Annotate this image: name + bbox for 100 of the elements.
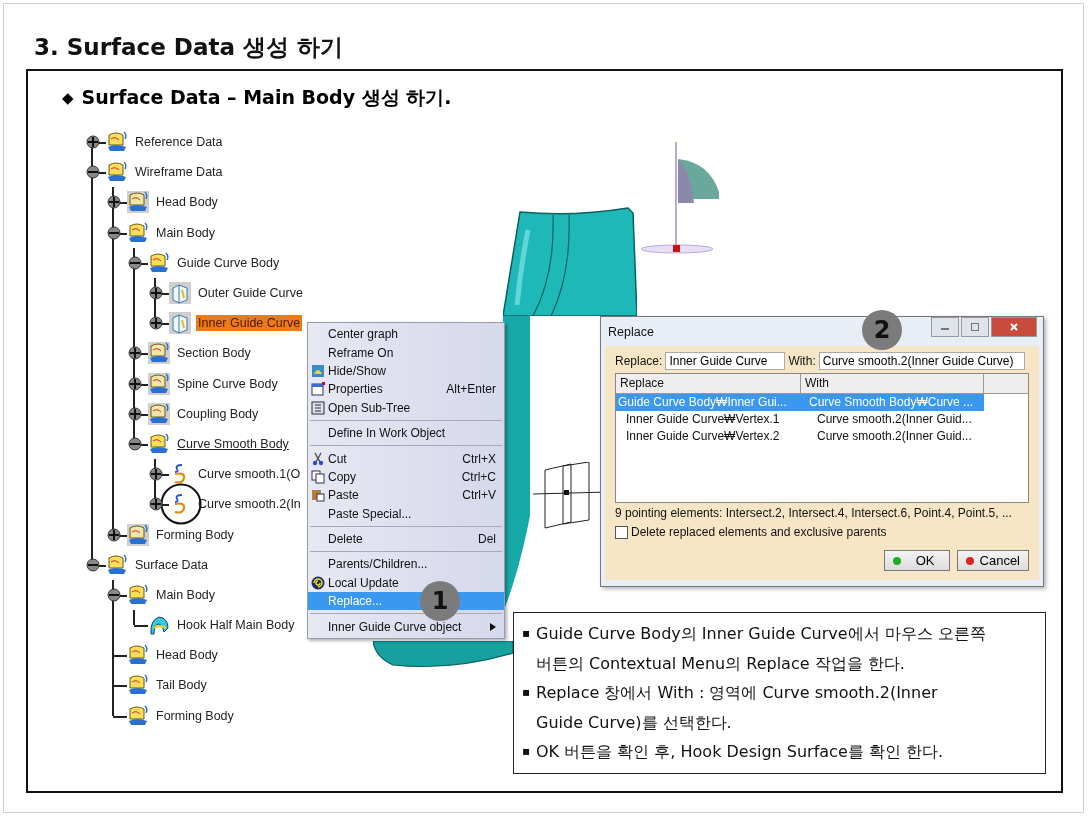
tree-item[interactable]: Main Body <box>154 224 218 241</box>
with-field[interactable]: Curve smooth.2(Inner Guide Curve) <box>818 352 1025 370</box>
tree-item[interactable]: Inner Guide Curve <box>196 315 303 332</box>
tree-item[interactable]: Section Body <box>175 345 253 362</box>
menu-item[interactable]: Define In Work Object <box>308 423 504 443</box>
body-icon <box>127 704 149 727</box>
dialog-button[interactable]: Cancel <box>956 550 1029 571</box>
expand-toggle[interactable] <box>106 527 121 542</box>
dialog-title: Replace <box>608 324 654 339</box>
checkbox-label: Delete replaced elements and exclusive parents <box>631 525 887 539</box>
menu-item[interactable]: Properties Alt+Enter <box>308 380 504 399</box>
body-icon <box>106 553 128 576</box>
tree-item[interactable]: Tail Body <box>154 677 209 694</box>
tree-item[interactable]: Curve smooth.1(O <box>196 466 303 483</box>
body-icon <box>127 191 149 214</box>
tree-item[interactable]: Hook Half Main Body <box>175 617 297 634</box>
expand-toggle[interactable] <box>127 406 142 421</box>
tree-item[interactable]: Reference Data <box>133 134 225 151</box>
dialog-button[interactable]: OK <box>883 550 950 571</box>
body-icon <box>148 402 170 425</box>
note-text: OK 버튼을 확인 후, Hook Design Surface를 확인 한다. <box>536 741 943 763</box>
properties-icon <box>311 382 325 397</box>
field-label: With: <box>788 354 816 368</box>
table-row[interactable]: Inner Guide Curve₩Vertex.1 Curve smooth.2(Inner Guid... <box>616 411 984 428</box>
wireframe-icon <box>169 312 191 335</box>
bullet: ▪ <box>522 684 532 701</box>
collapse-toggle[interactable] <box>106 587 121 602</box>
paste-icon <box>311 488 325 503</box>
menu-item[interactable]: Cut Ctrl+X <box>308 449 504 468</box>
body-icon <box>127 674 149 697</box>
note-text: Guide Curve Body의 Inner Guide Curve에서 마우스 오른쪽 버튼의 Contextual Menu의 Replace 작업을 한다. <box>536 623 987 675</box>
tree-item[interactable]: Main Body <box>154 586 218 603</box>
collapse-toggle[interactable] <box>106 225 121 240</box>
expand-toggle[interactable] <box>127 376 142 391</box>
bullet: ▪ <box>522 743 532 760</box>
body-icon <box>127 523 149 546</box>
collapse-toggle[interactable] <box>85 165 100 180</box>
menu-item[interactable]: Hide/Show <box>308 361 504 381</box>
body-icon <box>127 583 149 606</box>
body-icon <box>127 221 149 244</box>
copy-icon <box>311 469 325 484</box>
collapse-toggle[interactable] <box>127 436 142 451</box>
column-header[interactable]: With <box>801 374 984 393</box>
slide-title: 3. Surface Data 생성 하기 <box>34 33 343 62</box>
expand-toggle[interactable] <box>148 286 163 301</box>
replace-field[interactable]: Inner Guide Curve <box>665 352 786 370</box>
step-number-tooltip: 2 <box>862 310 902 350</box>
tree-item[interactable]: Wireframe Data <box>133 164 225 181</box>
body-icon <box>148 251 170 274</box>
menu-item[interactable]: Delete Del <box>308 529 504 549</box>
body-icon <box>148 342 170 365</box>
tree-item[interactable]: Forming Body <box>154 707 236 724</box>
body-icon <box>148 432 170 455</box>
scissors-icon <box>311 451 325 466</box>
menu-item[interactable]: Paste Ctrl+V <box>308 486 504 505</box>
body-icon <box>106 161 128 184</box>
expand-toggle[interactable] <box>148 316 163 331</box>
minimize-button[interactable] <box>931 317 959 337</box>
hide-show-icon <box>311 363 325 378</box>
tree-item[interactable]: Head Body <box>154 647 220 664</box>
tree-item[interactable]: Guide Curve Body <box>175 254 282 271</box>
body-icon <box>148 372 170 395</box>
checkbox[interactable] <box>615 525 628 539</box>
close-button[interactable] <box>991 317 1037 337</box>
tree-item[interactable]: Surface Data <box>133 556 210 573</box>
tree-item[interactable]: Coupling Body <box>175 405 261 422</box>
collapse-toggle[interactable] <box>85 557 100 572</box>
diamond-bullet: ◆ <box>62 89 74 107</box>
tree-item[interactable]: Spine Curve Body <box>175 375 280 392</box>
table-row[interactable]: Inner Guide Curve₩Vertex.2 Curve smooth.2(Inner Guid... <box>616 428 984 445</box>
subtitle: Surface Data – Main Body 생성 하기. <box>81 85 452 110</box>
surface-icon <box>148 614 170 637</box>
menu-item[interactable]: Open Sub-Tree <box>308 398 504 417</box>
close-icon <box>1009 322 1019 332</box>
body-icon <box>106 131 128 154</box>
note-text: Replace 창에서 With : 영역에 Curve smooth.2(Inner Guide Curve)를 선택한다. <box>536 682 939 734</box>
status-text: 9 pointing elements: Intersect.2, Intersect.4, Intersect.6, Point.4, Point.5, ... <box>615 506 1013 520</box>
column-header[interactable]: Replace <box>616 374 801 393</box>
wireframe-icon <box>169 282 191 305</box>
expand-toggle[interactable] <box>106 195 121 210</box>
menu-item[interactable]: Reframe On <box>308 343 504 362</box>
tree-item[interactable]: Curve Smooth Body <box>175 435 291 452</box>
menu-item[interactable]: Parents/Children... <box>308 555 504 574</box>
maximize-icon <box>970 322 980 332</box>
body-icon <box>127 644 149 667</box>
expand-toggle[interactable] <box>127 346 142 361</box>
bullet: ▪ <box>522 625 532 642</box>
menu-item[interactable]: Center graph <box>308 325 504 344</box>
tree-item[interactable]: Forming Body <box>154 526 236 543</box>
update-icon <box>311 575 325 590</box>
tree-item[interactable]: Outer Guide Curve <box>196 285 305 302</box>
menu-item[interactable]: Copy Ctrl+C <box>308 467 504 487</box>
expand-toggle[interactable] <box>148 497 163 512</box>
maximize-button[interactable] <box>961 317 989 337</box>
menu-item[interactable]: Paste Special... <box>308 504 504 523</box>
collapse-toggle[interactable] <box>127 255 142 270</box>
expand-toggle[interactable] <box>148 467 163 482</box>
sub-tree-icon <box>311 400 325 415</box>
tree-item[interactable]: Head Body <box>154 194 220 211</box>
expand-toggle[interactable] <box>85 135 100 150</box>
